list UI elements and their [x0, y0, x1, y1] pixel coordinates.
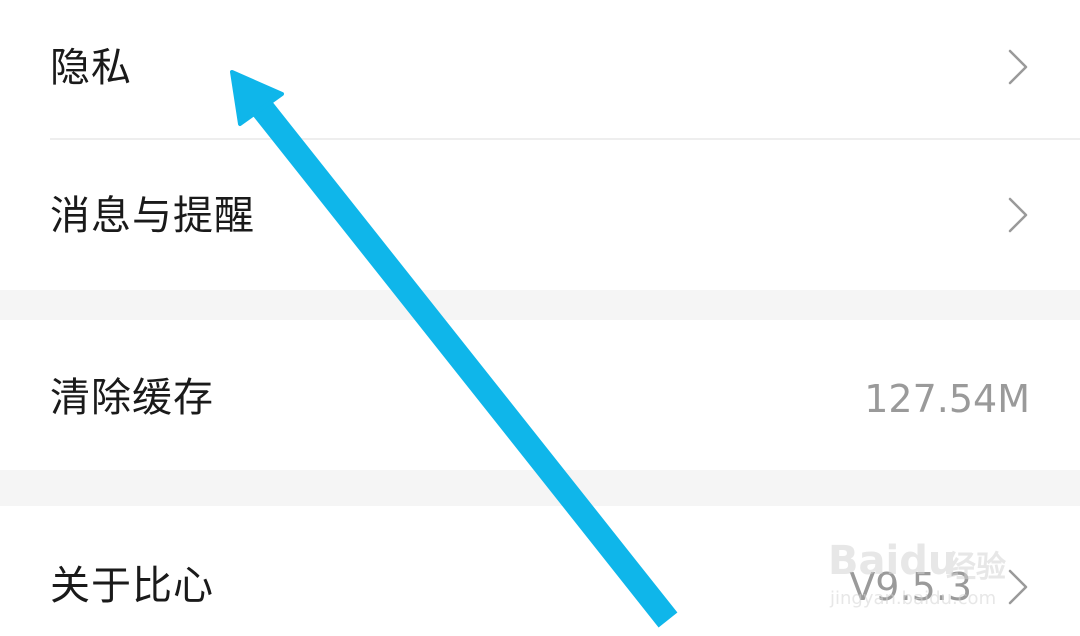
chevron-right-icon	[1008, 569, 1028, 605]
settings-item-notifications[interactable]: 消息与提醒	[0, 140, 1080, 290]
chevron-right-icon	[1008, 197, 1028, 233]
settings-item-label: 消息与提醒	[50, 193, 255, 239]
settings-item-privacy[interactable]: 隐私	[0, 0, 1080, 138]
settings-item-label: 关于比心	[50, 563, 214, 609]
settings-item-label: 隐私	[50, 45, 132, 91]
chevron-right-icon	[1008, 49, 1028, 85]
section-gap	[0, 470, 1080, 506]
settings-item-about[interactable]: 关于比心 V9.5.3	[0, 506, 1080, 636]
settings-item-label: 清除缓存	[50, 375, 214, 421]
settings-item-clear-cache[interactable]: 清除缓存 127.54M	[0, 320, 1080, 470]
cache-size-value: 127.54M	[864, 377, 1030, 421]
app-version-value: V9.5.3	[849, 565, 972, 609]
settings-screen: 隐私 消息与提醒 清除缓存 127.54M 关于比心 V9.5.3 Baidu …	[0, 0, 1080, 636]
section-gap	[0, 290, 1080, 320]
